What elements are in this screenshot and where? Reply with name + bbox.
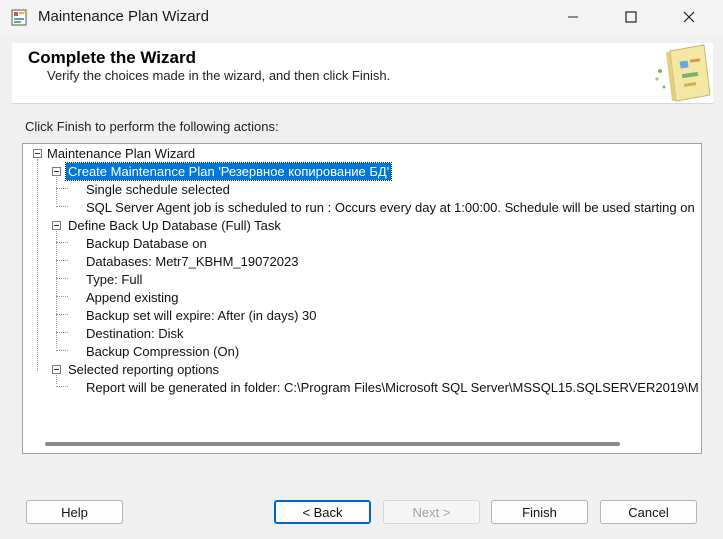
tree-connector — [56, 314, 68, 315]
instruction-text: Click Finish to perform the following ac… — [25, 119, 279, 134]
tree-connector — [56, 177, 57, 204]
maximize-button[interactable] — [608, 0, 654, 34]
maximize-icon — [625, 11, 637, 23]
tree-leaf[interactable]: Databases: Metr7_KBHM_19072023 — [86, 253, 298, 270]
tree-node-backup-task[interactable]: Define Back Up Database (Full) Task — [68, 217, 281, 234]
tree-connector — [56, 206, 68, 207]
close-button[interactable] — [666, 0, 712, 34]
tree-root[interactable]: Maintenance Plan Wizard — [47, 145, 195, 162]
tree-node-create-plan[interactable]: Create Maintenance Plan 'Резервное копир… — [64, 162, 393, 181]
tree-leaf[interactable]: Backup Compression (On) — [86, 343, 239, 360]
finish-button[interactable]: Finish — [491, 500, 588, 524]
title-bar: Maintenance Plan Wizard — [0, 0, 723, 34]
collapse-toggle-group3[interactable] — [52, 365, 61, 374]
collapse-toggle-group2[interactable] — [52, 221, 61, 230]
tree-leaf[interactable]: Report will be generated in folder: C:\P… — [86, 379, 699, 396]
tree-connector — [56, 260, 68, 261]
page-title: Complete the Wizard — [28, 48, 196, 67]
horizontal-scrollbar[interactable] — [23, 435, 701, 453]
tree-connector — [56, 332, 68, 333]
wizard-banner-icon — [652, 43, 713, 103]
next-button[interactable]: Next > — [383, 500, 480, 524]
actions-tree[interactable]: Maintenance Plan Wizard Create Maintenan… — [22, 143, 702, 454]
tree-leaf[interactable]: Append existing — [86, 289, 179, 306]
tree-connector — [37, 159, 38, 371]
help-button[interactable]: Help — [26, 500, 123, 524]
tree-leaf[interactable]: Backup Database on — [86, 235, 207, 252]
tree-leaf[interactable]: Destination: Disk — [86, 325, 184, 342]
window-title: Maintenance Plan Wizard — [38, 8, 209, 25]
scrollbar-thumb[interactable] — [45, 442, 620, 446]
tree-connector — [56, 296, 68, 297]
tree-node-reporting[interactable]: Selected reporting options — [68, 361, 219, 378]
tree-leaf[interactable]: Backup set will expire: After (in days) … — [86, 307, 317, 324]
minimize-icon — [568, 16, 578, 18]
tree-leaf[interactable]: SQL Server Agent job is scheduled to run… — [86, 199, 695, 216]
minimize-button[interactable] — [550, 0, 596, 34]
wizard-app-icon — [10, 7, 30, 27]
back-button[interactable]: < Back — [274, 500, 371, 524]
tree-connector — [56, 350, 68, 351]
tree-leaf[interactable]: Type: Full — [86, 271, 142, 288]
collapse-toggle-group1[interactable] — [52, 167, 61, 176]
tree-leaf[interactable]: Single schedule selected — [86, 181, 230, 198]
collapse-toggle-root[interactable] — [33, 149, 42, 158]
tree-connector — [56, 242, 68, 243]
tree-connector — [56, 386, 68, 387]
tree-connector — [56, 375, 57, 384]
tree-connector — [56, 278, 68, 279]
page-subtitle: Verify the choices made in the wizard, a… — [47, 68, 391, 83]
tree-connector — [56, 231, 57, 348]
tree-connector — [56, 188, 68, 189]
wizard-header: Complete the Wizard Verify the choices m… — [12, 43, 713, 104]
close-icon — [683, 11, 695, 23]
cancel-button[interactable]: Cancel — [600, 500, 697, 524]
